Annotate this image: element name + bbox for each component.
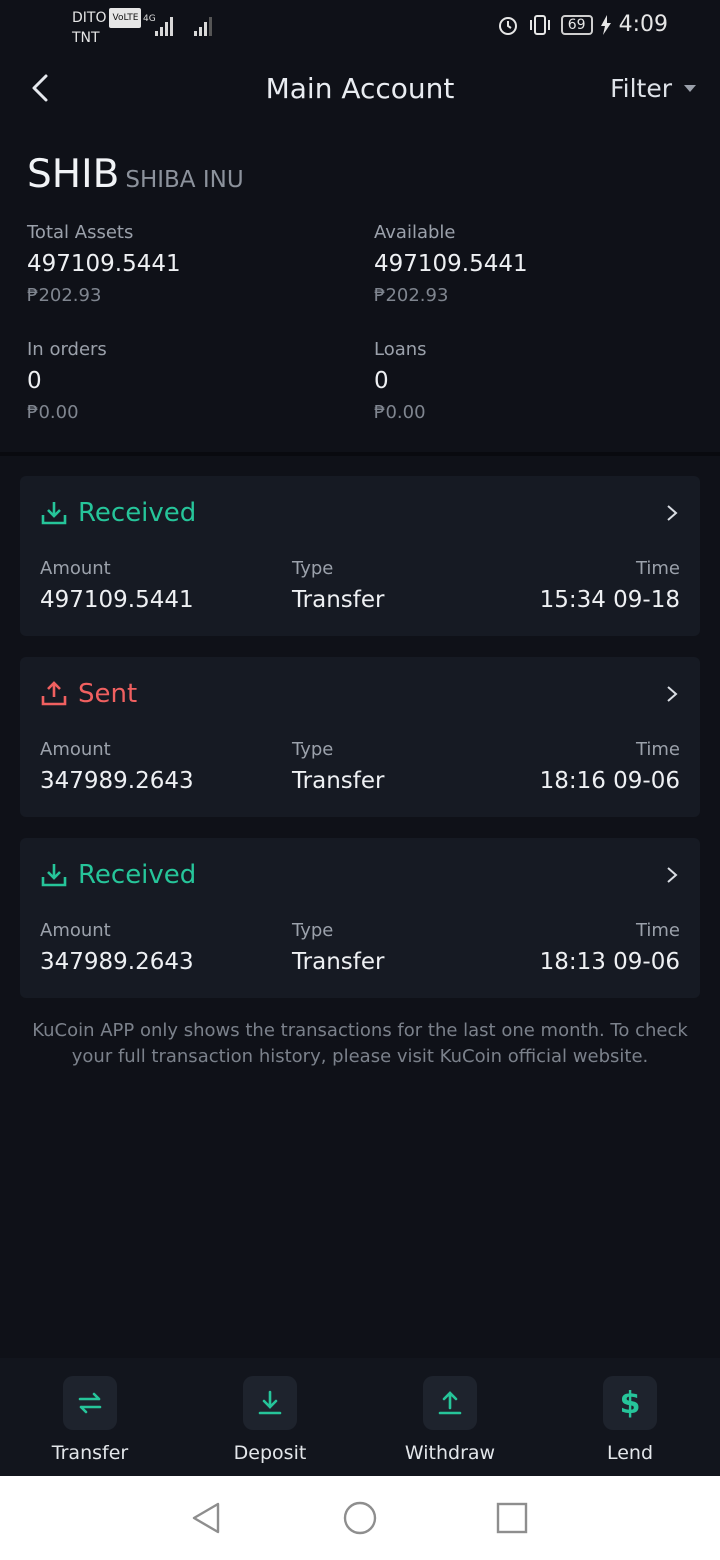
time-value: 15:34 09-18: [539, 587, 680, 613]
chevron-right-icon: [667, 505, 678, 521]
transaction-card[interactable]: Sent Amount 347989.2643 Type Transfer Ti…: [20, 657, 700, 817]
total-assets: Total Assets 497109.5441 ₱202.93: [27, 222, 181, 306]
amount-value: 497109.5441: [40, 587, 194, 613]
amount-label: Amount: [40, 558, 111, 579]
loans-fiat: ₱0.00: [374, 402, 426, 423]
available-value: 497109.5441: [374, 251, 528, 277]
in-orders: In orders 0 ₱0.00: [27, 339, 107, 423]
download-tray-icon: [41, 864, 67, 887]
time-value: 18:13 09-06: [539, 949, 680, 975]
transaction-status-label: Received: [78, 860, 197, 890]
transaction-card[interactable]: Received Amount 497109.5441 Type Transfe…: [20, 476, 700, 636]
transaction-status-label: Sent: [78, 679, 138, 709]
alarm-icon: [498, 16, 517, 35]
status-right: 69 4:09: [497, 12, 668, 37]
available-label: Available: [374, 222, 456, 243]
available-fiat: ₱202.93: [374, 285, 449, 306]
type-column: Type Transfer: [292, 920, 384, 975]
transaction-status: Received: [40, 498, 196, 528]
signal-icon: [155, 14, 173, 36]
carrier-2-name: TNT: [72, 30, 100, 46]
in-orders-label: In orders: [27, 339, 107, 360]
battery-icon: 69: [560, 14, 593, 35]
lend-label: Lend: [606, 1442, 654, 1464]
signal-icon-2: [194, 14, 212, 36]
transfer-button[interactable]: Transfer: [20, 1376, 160, 1464]
amount-column: Amount 347989.2643: [40, 739, 194, 794]
volte-badge: VoLTE: [109, 8, 142, 28]
withdraw-button[interactable]: Withdraw: [380, 1376, 520, 1464]
loans-value: 0: [374, 368, 389, 394]
coin-name: SHIBA INU: [125, 167, 244, 193]
transaction-status: Received: [40, 860, 196, 890]
section-divider: [0, 452, 720, 456]
status-bar: DITO VoLTE TNT 4G 69 4:09: [0, 0, 720, 56]
history-note: KuCoin APP only shows the transactions f…: [32, 1020, 688, 1067]
filter-label: Filter: [610, 74, 672, 103]
type-value: Transfer: [292, 587, 385, 613]
coin-symbol: SHIB: [27, 152, 120, 197]
type-value: Transfer: [292, 949, 385, 975]
time-label: Time: [635, 920, 680, 941]
header: Main Account Filter: [0, 60, 720, 120]
chevron-right-icon: [667, 867, 678, 883]
download-icon: [243, 1376, 297, 1430]
chevron-right-icon: [667, 686, 678, 702]
amount-column: Amount 497109.5441: [40, 558, 194, 613]
amount-value: 347989.2643: [40, 949, 194, 975]
withdraw-label: Withdraw: [404, 1442, 496, 1464]
transaction-card[interactable]: Received Amount 347989.2643 Type Transfe…: [20, 838, 700, 998]
time-label: Time: [635, 558, 680, 579]
in-orders-fiat: ₱0.00: [27, 402, 79, 423]
download-tray-icon: [41, 502, 67, 525]
coin-title: SHIB SHIBA INU: [27, 152, 244, 197]
amount-label: Amount: [40, 920, 111, 941]
type-label: Type: [292, 739, 334, 760]
total-assets-fiat: ₱202.93: [27, 285, 102, 306]
upload-tray-icon: [41, 681, 67, 706]
network-type: 4G: [143, 14, 156, 24]
type-column: Type Transfer: [292, 739, 384, 794]
deposit-button[interactable]: Deposit: [200, 1376, 340, 1464]
system-navigation-bar: [0, 1476, 720, 1560]
dollar-icon: $: [603, 1376, 657, 1430]
lend-button[interactable]: $ Lend: [560, 1376, 700, 1464]
transfer-label: Transfer: [51, 1442, 129, 1464]
swap-arrows-icon: [63, 1376, 117, 1430]
type-column: Type Transfer: [292, 558, 384, 613]
time-column: Time 18:16 09-06: [540, 739, 680, 794]
carrier-1-name: DITO: [72, 10, 107, 26]
type-label: Type: [292, 920, 334, 941]
nav-recents-square-icon[interactable]: [494, 1500, 530, 1536]
amount-label: Amount: [40, 739, 111, 760]
total-assets-label: Total Assets: [27, 222, 134, 243]
nav-back-triangle-icon[interactable]: [188, 1500, 224, 1536]
time-column: Time 18:13 09-06: [540, 920, 680, 975]
caret-down-icon: [684, 85, 696, 92]
amount-value: 347989.2643: [40, 768, 194, 794]
in-orders-value: 0: [27, 368, 42, 394]
nav-home-circle-icon[interactable]: [342, 1500, 378, 1536]
vibrate-icon: [529, 14, 550, 35]
type-value: Transfer: [292, 768, 385, 794]
filter-button[interactable]: Filter: [610, 74, 696, 103]
transaction-status-label: Received: [78, 498, 197, 528]
clock: 4:09: [618, 12, 668, 37]
time-value: 18:16 09-06: [539, 768, 680, 794]
bottom-action-bar: Transfer Deposit Withdraw $ Lend: [0, 1358, 720, 1476]
total-assets-value: 497109.5441: [27, 251, 181, 277]
deposit-label: Deposit: [233, 1442, 307, 1464]
upload-icon: [423, 1376, 477, 1430]
transaction-status: Sent: [40, 679, 137, 709]
loans-label: Loans: [374, 339, 427, 360]
charging-icon: [600, 14, 611, 35]
amount-column: Amount 347989.2643: [40, 920, 194, 975]
available-balance: Available 497109.5441 ₱202.93: [374, 222, 528, 306]
type-label: Type: [292, 558, 334, 579]
loans: Loans 0 ₱0.00: [374, 339, 427, 423]
time-column: Time 15:34 09-18: [540, 558, 680, 613]
time-label: Time: [635, 739, 680, 760]
carrier-info: DITO VoLTE TNT: [72, 8, 142, 48]
